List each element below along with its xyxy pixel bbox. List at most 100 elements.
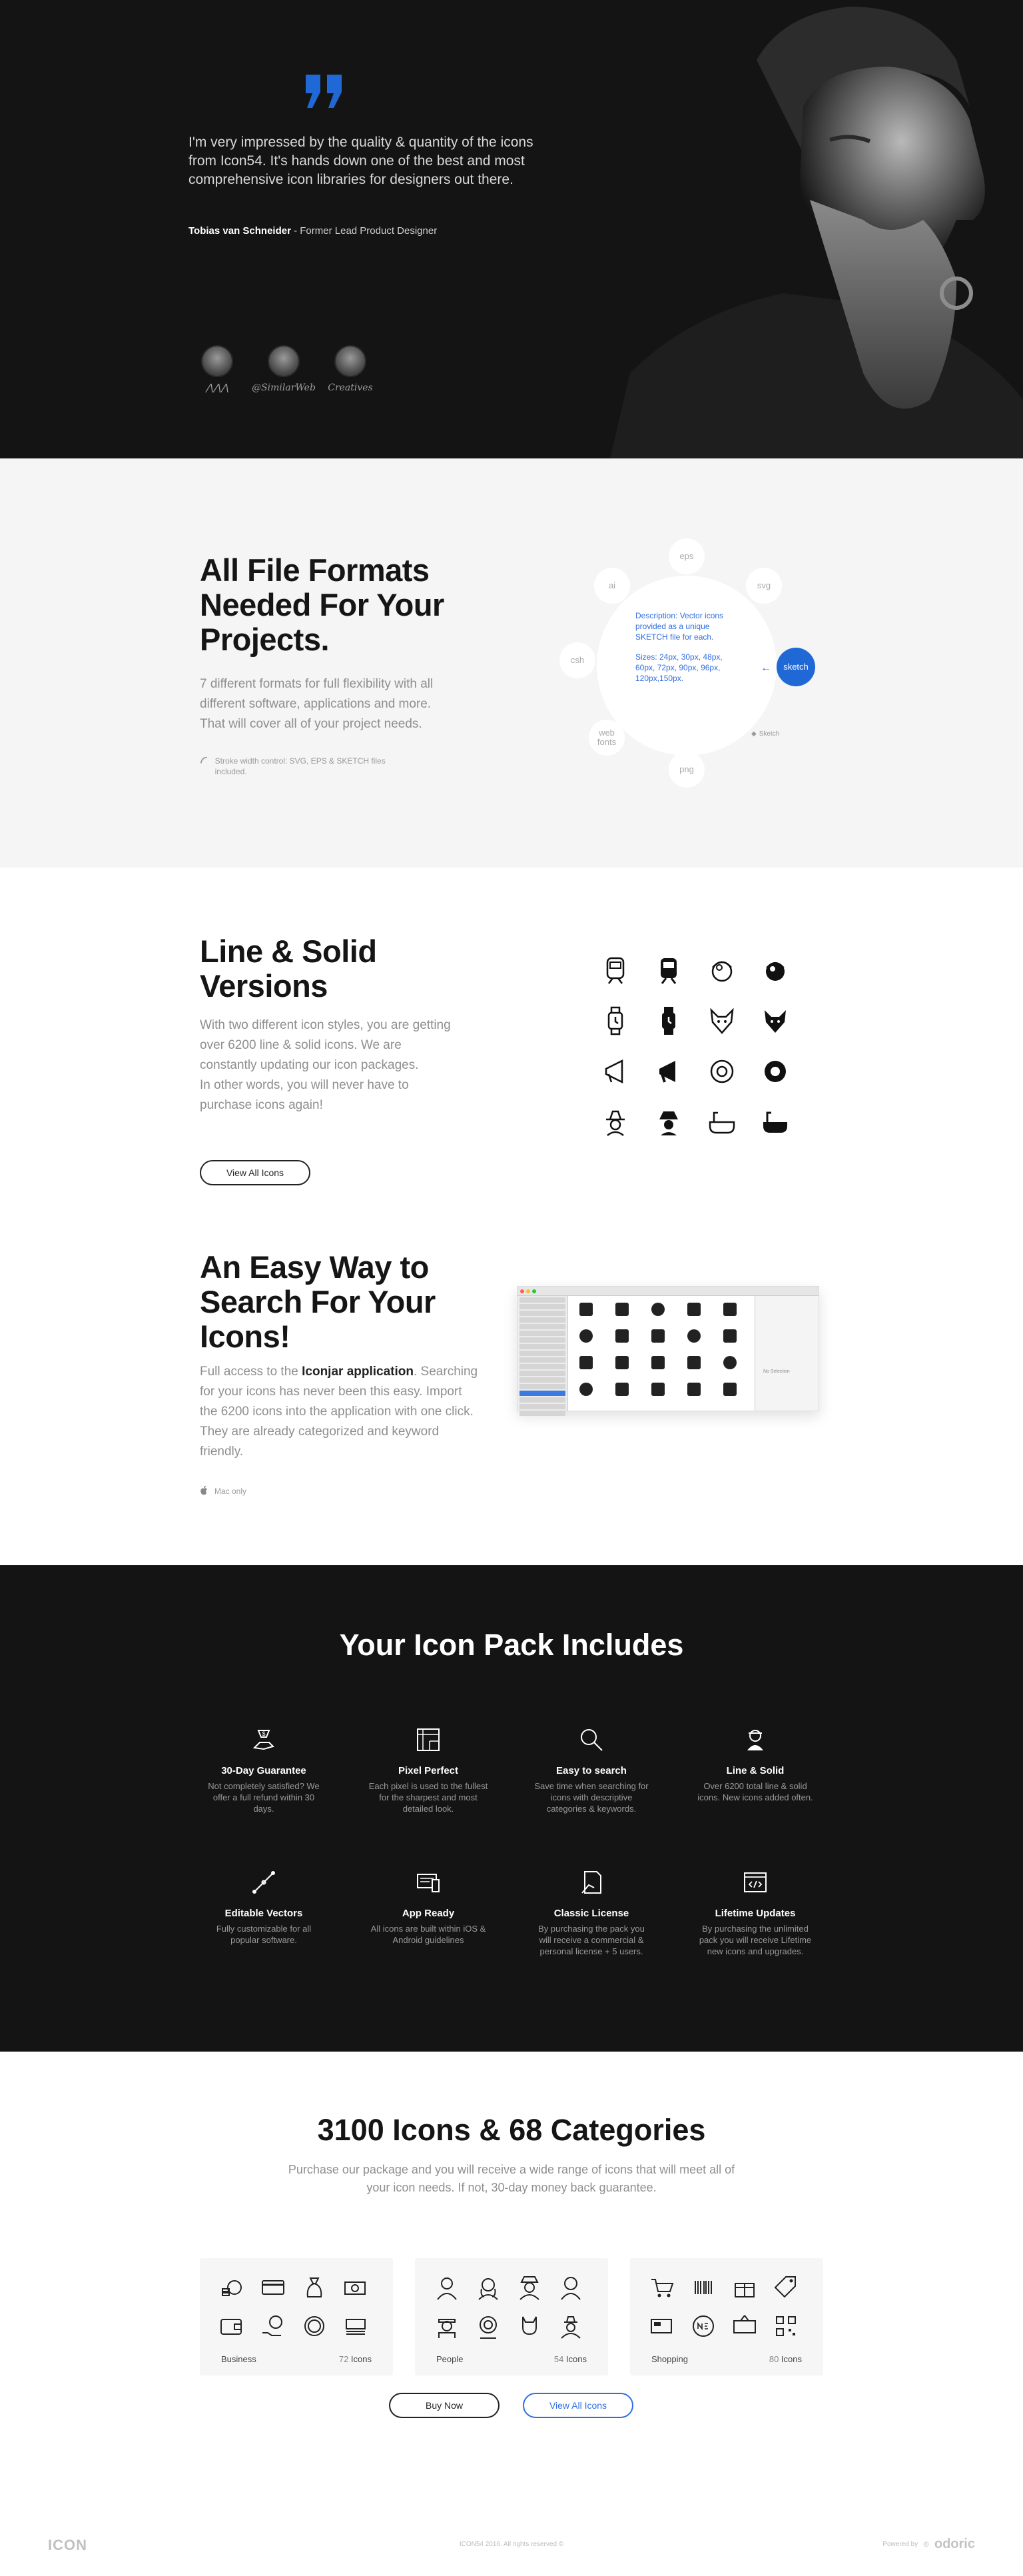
feature-text: By purchasing the unlimited pack you wil… xyxy=(699,1924,812,1956)
avatar xyxy=(201,345,233,377)
format-csh[interactable]: csh xyxy=(559,642,595,678)
testimonial-hero: I'm very impressed by the quality & quan… xyxy=(0,0,1023,458)
category-card-business[interactable]: Business 72 Icons xyxy=(200,2258,393,2375)
feature-text: By purchasing the pack you will receive … xyxy=(538,1924,645,1956)
format-eps[interactable]: eps xyxy=(669,538,705,574)
section-title: All File Formats Needed For Your Project… xyxy=(200,552,444,657)
footer: ICON ICON54 2016. All rights reserved © … xyxy=(0,2530,1023,2557)
features-section: Your Icon Pack Includes $ 30-Day Guarant… xyxy=(0,1565,1023,2052)
lifebuoy-line-icon xyxy=(710,1059,734,1083)
category-icon-grid xyxy=(649,2274,802,2339)
detective-solid-icon xyxy=(659,1111,678,1135)
train-line-icon xyxy=(606,957,625,984)
money-bag-icon xyxy=(306,2277,322,2297)
watch-line-icon xyxy=(607,1006,623,1035)
category-card-shopping[interactable]: Shopping 80 Icons xyxy=(630,2258,823,2375)
stroke-note: Stroke width control: SVG, EPS & SKETCH … xyxy=(200,756,400,777)
category-card-people[interactable]: People 54 Icons xyxy=(415,2258,608,2375)
client-logo-3[interactable]: Creatives xyxy=(326,345,374,393)
format-webfonts[interactable]: web fonts xyxy=(589,720,625,756)
quote-icon xyxy=(306,75,342,108)
feature-title: Lifetime Updates xyxy=(715,1908,796,1919)
format-ai[interactable]: ai xyxy=(594,568,630,604)
code-window-icon xyxy=(744,1872,767,1892)
banknotes-icon xyxy=(344,2281,366,2295)
feature-line-solid: Line & Solid Over 6200 total line & soli… xyxy=(695,1725,815,1803)
author-role: - Former Lead Product Designer xyxy=(290,225,438,237)
testimonial-author: Tobias van Schneider - Former Lead Produ… xyxy=(188,225,437,237)
categories-section: 3100 Icons & 68 Categories Purchase our … xyxy=(0,2052,1023,2576)
icon-showcase-grid xyxy=(599,954,791,1138)
pixel-grid-icon xyxy=(417,1728,440,1751)
astronaut-icon xyxy=(480,2316,497,2339)
feature-title: Editable Vectors xyxy=(224,1908,303,1919)
search-icon xyxy=(581,1729,603,1751)
feature-title: 30-Day Guarantee xyxy=(221,1765,306,1776)
section-title: Your Icon Pack Includes xyxy=(339,1628,684,1662)
view-all-icons-button[interactable]: View All Icons xyxy=(523,2393,633,2418)
view-all-icons-button[interactable]: View All Icons xyxy=(200,1160,310,1185)
search-text-start: Full access to the xyxy=(200,1365,302,1379)
pen-tool-icon xyxy=(252,1871,275,1894)
wallet-card-icon xyxy=(651,2319,672,2333)
license-icon xyxy=(581,1871,601,1894)
train-solid-icon xyxy=(661,958,677,984)
new-badge-icon xyxy=(693,2315,714,2337)
format-svg[interactable]: svg xyxy=(746,568,782,604)
pilot-line-icon xyxy=(711,961,733,982)
category-count-value: 54 xyxy=(553,2354,564,2364)
format-png[interactable]: png xyxy=(669,752,705,788)
buy-now-button[interactable]: Buy Now xyxy=(389,2393,500,2418)
sketch-tag: ◆ Sketch xyxy=(751,730,779,738)
odoric-logo-icon: ◎ xyxy=(923,2541,929,2548)
search-text: Full access to the Iconjar application. … xyxy=(200,1362,480,1462)
category-count-value: 80 xyxy=(769,2354,779,2364)
arrow-left-icon: ← xyxy=(761,662,771,674)
category-name: Shopping xyxy=(651,2354,688,2364)
format-sketch[interactable]: sketch xyxy=(777,648,815,686)
category-icon-grid xyxy=(218,2274,372,2339)
footer-copyright: ICON54 2016. All rights reserved © xyxy=(459,2541,564,2548)
coins-icon xyxy=(222,2280,242,2296)
feature-license: Classic License By purchasing the pack y… xyxy=(531,1868,651,1957)
category-name: People xyxy=(436,2354,464,2364)
sale-sign-icon xyxy=(733,2315,756,2333)
gift-box-icon xyxy=(735,2283,755,2297)
feature-search: Easy to search Save time when searching … xyxy=(531,1725,651,1814)
category-count: 72 Icons xyxy=(339,2354,372,2364)
client-logo-1[interactable]: ⋀⋀⋀ xyxy=(193,345,241,393)
category-name: Business xyxy=(221,2354,256,2364)
section-text: With two different icon styles, you are … xyxy=(200,1018,451,1112)
search-text-end: . Searching for your icons has never bee… xyxy=(200,1365,478,1459)
section-text: 7 different formats for full flexibility… xyxy=(200,677,434,731)
feature-editable-vectors: Editable Vectors Fully customizable for … xyxy=(204,1868,324,1946)
feature-text: Save time when searching for icons with … xyxy=(534,1781,649,1814)
category-count-value: 72 xyxy=(338,2354,349,2364)
avatar-icon xyxy=(747,1730,763,1750)
iconjar-link[interactable]: Iconjar application xyxy=(302,1365,414,1379)
mac-only-text: Mac only xyxy=(214,1487,247,1496)
price-tag-icon xyxy=(774,2276,796,2298)
feature-lifetime-updates: Lifetime Updates By purchasing the unlim… xyxy=(695,1868,815,1957)
feature-guarantee: $ 30-Day Guarantee Not completely satisf… xyxy=(204,1725,324,1814)
client-logo-label: @SimilarWeb xyxy=(252,382,316,393)
search-title: An Easy Way to Search For Your Icons! xyxy=(200,1249,436,1354)
window-titlebar xyxy=(517,1287,819,1296)
stroke-note-text: Stroke width control: SVG, EPS & SKETCH … xyxy=(214,756,386,776)
cat-person-icon xyxy=(522,2316,537,2335)
powered-by-label: Powered by xyxy=(882,2541,918,2548)
client-logo-2[interactable]: @SimilarWeb xyxy=(252,345,316,393)
feature-title: Pixel Perfect xyxy=(398,1765,459,1776)
feature-text: Each pixel is used to the fullest for th… xyxy=(368,1781,488,1814)
category-count-unit: Icons xyxy=(563,2354,587,2364)
section-title: 3100 Icons & 68 Categories xyxy=(317,2113,706,2147)
devices-icon xyxy=(417,1874,440,1892)
megaphone-line-icon xyxy=(605,1059,623,1084)
watch-solid-icon xyxy=(662,1007,675,1035)
officer-icon xyxy=(438,2319,456,2338)
feature-title: Easy to search xyxy=(556,1765,627,1776)
fox-line-icon xyxy=(710,1007,734,1034)
footer-powered-by[interactable]: Powered by ◎ odoric xyxy=(882,2537,975,2552)
avatar xyxy=(268,345,300,377)
feature-text: Fully customizable for all popular softw… xyxy=(216,1924,312,1945)
